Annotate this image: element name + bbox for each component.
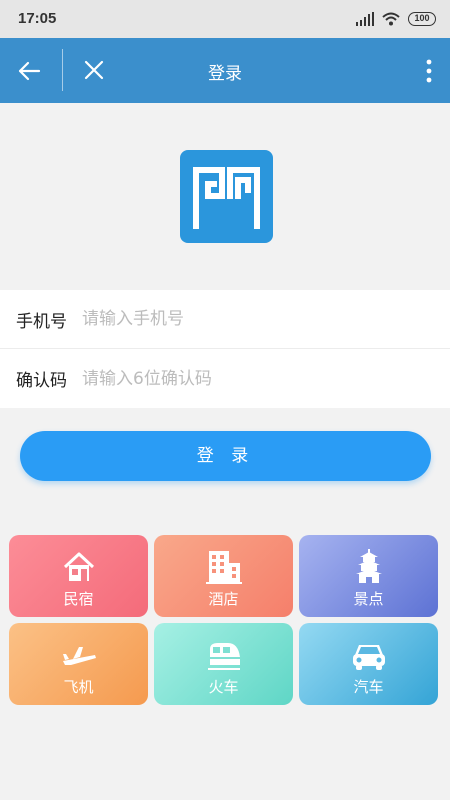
service-tile-scenic[interactable]: 景点 <box>299 535 438 617</box>
code-row: 确认码 <box>0 349 450 408</box>
train-icon <box>207 643 240 670</box>
service-tile-hotel[interactable]: 酒店 <box>154 535 293 617</box>
building-icon <box>205 551 242 584</box>
service-label: 飞机 <box>63 678 94 696</box>
status-bar: 17:05 100 <box>0 0 450 38</box>
phone-row: 手机号 <box>0 290 450 349</box>
service-tile-minsu[interactable]: 民宿 <box>9 535 148 617</box>
service-label: 景点 <box>353 590 384 608</box>
logo-icon <box>193 167 260 229</box>
wifi-icon <box>382 12 400 26</box>
status-time: 17:05 <box>18 10 57 27</box>
service-label: 民宿 <box>63 590 94 608</box>
code-input[interactable] <box>82 368 402 389</box>
login-button[interactable]: 登 录 <box>20 431 431 481</box>
service-label: 酒店 <box>208 590 239 608</box>
battery-icon: 100 <box>408 12 436 26</box>
code-label: 确认码 <box>16 371 67 391</box>
service-label: 汽车 <box>353 678 384 696</box>
nav-bar: 登录 <box>0 38 450 103</box>
phone-input[interactable] <box>82 309 402 329</box>
signal-icon <box>356 12 374 26</box>
house-icon <box>63 552 94 581</box>
phone-label: 手机号 <box>16 311 67 332</box>
more-menu-icon[interactable] <box>424 58 434 84</box>
service-tile-flight[interactable]: 飞机 <box>9 623 148 705</box>
login-form: 手机号 确认码 <box>0 290 450 408</box>
service-tile-car[interactable]: 汽车 <box>299 623 438 705</box>
car-icon <box>352 645 385 670</box>
app-logo <box>180 150 273 243</box>
page-title: 登录 <box>208 64 242 84</box>
pagoda-icon <box>355 549 382 583</box>
service-tile-train[interactable]: 火车 <box>154 623 293 705</box>
service-label: 火车 <box>208 678 239 696</box>
airplane-icon <box>62 647 96 665</box>
status-icons: 100 <box>356 10 436 28</box>
